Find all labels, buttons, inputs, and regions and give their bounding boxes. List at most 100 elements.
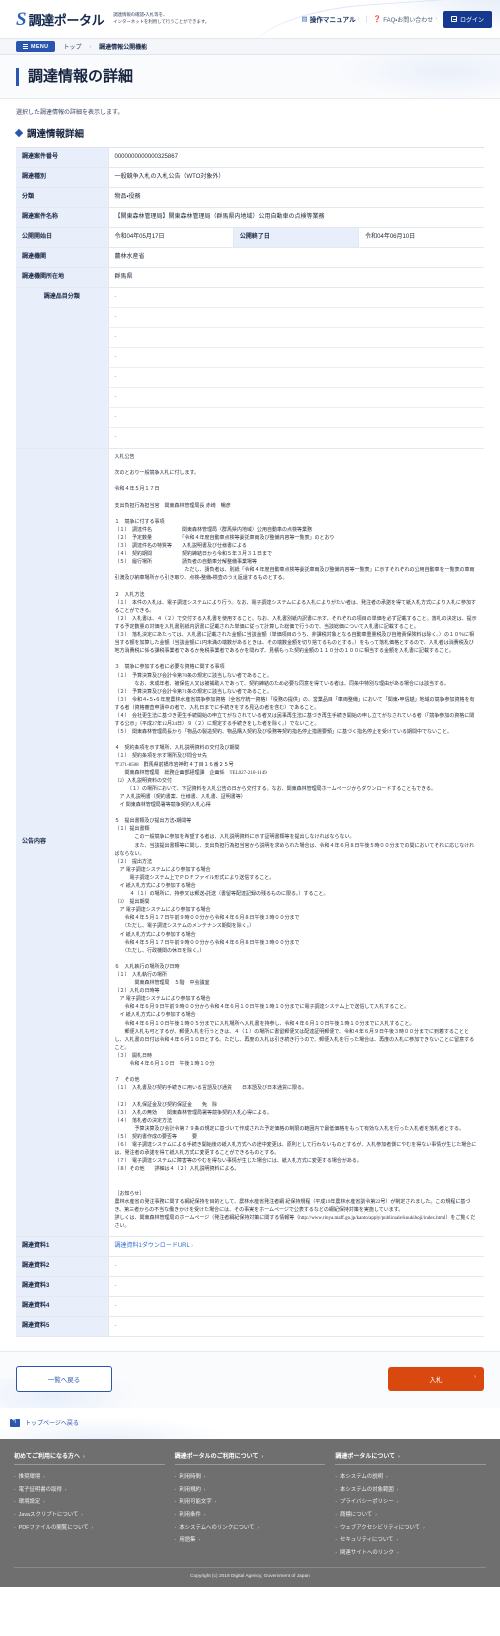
footer-link-label: 利用条件 [179, 1512, 201, 1519]
footer-link-label: PDFファイルの閲覧について [18, 1524, 89, 1531]
bullet-icon: - [174, 1537, 177, 1544]
chevron-right-icon: › [81, 1512, 83, 1518]
chevron-right-icon: › [198, 1537, 201, 1543]
footer-link[interactable]: - 本システムの対象範囲 › [335, 1483, 486, 1496]
footer-link[interactable]: - ウェブアクセシビリティについて › [335, 1520, 486, 1533]
chevron-right-icon: › [189, 1243, 193, 1249]
menu-button[interactable]: MENU [16, 41, 56, 52]
footer-link[interactable]: - セキュリティについて › [335, 1533, 486, 1546]
page-title: 調達情報の詳細 [16, 68, 484, 86]
breadcrumb: MENU トップ › 調達情報公開機能 [0, 38, 500, 55]
footer-link[interactable]: - 利用規約 › [175, 1483, 326, 1496]
bullet-icon: - [174, 1486, 177, 1493]
footer-link-label: 利用時間 [179, 1474, 201, 1481]
publish-end-label: 公開終了日 [233, 227, 360, 248]
chevron-right-icon: › [43, 1499, 45, 1505]
chevron-right-icon: › [396, 1549, 399, 1555]
chevron-right-icon: › [214, 1499, 217, 1505]
publish-start-label: 公開開始日 [16, 227, 109, 248]
footer-link[interactable]: - プライバシーポリシー › [335, 1495, 486, 1508]
back-to-top-link[interactable]: トップページへ戻る [10, 1417, 484, 1427]
chevron-right-icon: › [261, 1454, 264, 1460]
footer-link[interactable]: - 電子証明書の取得 › [14, 1483, 165, 1496]
footer-column-heading[interactable]: 調達ポータルのご利用について › [174, 1451, 326, 1465]
footer-link[interactable]: - 利用時間 › [175, 1470, 326, 1483]
bullet-icon: - [335, 1512, 338, 1519]
bid-button[interactable]: 入札 › [388, 1367, 484, 1391]
footer-link-label: プライバシーポリシー [340, 1499, 394, 1506]
footer-link[interactable]: - 環境設定 › [14, 1495, 165, 1508]
table-row-document: 調達資料3 - [16, 1276, 484, 1297]
bullet-icon: - [14, 1474, 16, 1481]
action-bar: 一覧へ戻る 入札 › [0, 1351, 500, 1408]
footer-link[interactable]: - 利用条件 › [175, 1508, 326, 1521]
footer-link[interactable]: - 用語集 › [175, 1533, 326, 1546]
row-label: 調達案件番号 [16, 147, 109, 168]
document-value: - [108, 1256, 484, 1277]
footer-link[interactable]: - 利用可能文字 › [175, 1495, 326, 1508]
announcement-text: 入札公告 次のとおり一般競争入札に付します。 令和４年５月１７日 支出負担行為担… [114, 455, 477, 1229]
bullet-icon: - [14, 1512, 16, 1519]
footer-column-heading[interactable]: 初めてご利用になる方へ › [14, 1451, 165, 1465]
chevron-right-icon: › [91, 1524, 94, 1530]
footer-link[interactable]: - 本システムへのリンクについて › [175, 1520, 326, 1533]
table-row-announcement: 公告内容 入札公告 次のとおり一般競争入札に付します。 令和４年５月１７日 支出… [16, 448, 484, 1237]
login-button[interactable]: ログイン [442, 10, 492, 28]
chevron-right-icon: › [396, 1499, 399, 1505]
page-title-section: 調達情報の詳細 [0, 55, 500, 99]
document-download-link[interactable]: 調達資料1ダウンロードURL › [115, 1243, 193, 1249]
footer-column-about: 調達ポータルについて › - 本システムの説明 › - 本システムの対象範囲 › - プラ… [335, 1451, 487, 1559]
footer-heading-label: 初めてご利用になる方へ [14, 1454, 81, 1460]
site-logo[interactable]: S 調達ポータル 調達情報の確認・入札等を、 インターネットを利用して行うことが… [16, 10, 209, 29]
row-label: 調達種別 [16, 167, 109, 188]
footer-heading-label: 調達ポータルのご利用について [174, 1454, 259, 1460]
row-label: 調達案件名称 [16, 207, 109, 228]
chevron-right-icon: › [83, 1454, 85, 1460]
bullet-icon: - [174, 1524, 177, 1531]
footer-link[interactable]: - 商標について › [335, 1508, 486, 1521]
chevron-right-icon: › [435, 16, 437, 22]
document-label: 調達資料1 [16, 1236, 109, 1257]
table-row: 分類 物品・役務 [16, 187, 484, 208]
chevron-right-icon: › [203, 1474, 206, 1480]
faq-label: FAQ・お問い合わせ [383, 17, 434, 24]
back-to-list-button[interactable]: 一覧へ戻る [16, 1366, 112, 1392]
chevron-right-icon: › [474, 1374, 476, 1380]
menu-label: MENU [31, 43, 49, 50]
footer-link[interactable]: - 関連サイトへのリンク › [335, 1546, 486, 1559]
faq-link[interactable]: ❓ FAQ・お問い合わせ › [373, 15, 437, 24]
document-value: - [108, 1296, 484, 1317]
login-icon [450, 16, 457, 22]
category-item: - [108, 368, 484, 388]
chevron-right-icon: › [64, 1486, 67, 1492]
copyright-text: Copyright (c) 2018 Digital Agency, Gover… [14, 1567, 486, 1579]
bullet-icon: - [174, 1512, 177, 1519]
chevron-right-icon: › [357, 16, 360, 22]
bullet-icon: - [174, 1474, 177, 1481]
footer-column-heading[interactable]: 調達ポータルについて › [335, 1451, 487, 1465]
footer-link-label: 推奨環境 [18, 1474, 41, 1481]
document-label: 調達資料2 [16, 1256, 109, 1277]
footer-link[interactable]: - PDFファイルの閲覧について › [14, 1520, 165, 1533]
table-row: 調達種別 一般競争入札の入札公告（WTO対象外） [16, 167, 484, 188]
footer-link[interactable]: - 推奨環境 › [14, 1470, 165, 1483]
category-item: - [114, 434, 117, 440]
category-item: - [108, 388, 484, 408]
row-value: 群馬県 [108, 267, 484, 288]
bullet-icon: - [335, 1486, 338, 1493]
category-item: - [108, 348, 484, 368]
bullet-icon: - [335, 1549, 338, 1556]
category-item: - [108, 408, 484, 428]
tagline-line-2: インターネットを利用して行うことができます。 [113, 19, 210, 24]
page-description: 選択した調達情報の詳細を表示します。 [16, 110, 124, 116]
row-value: 物品・役務 [108, 187, 484, 208]
footer-link-label: Javaスクリプトについて [18, 1512, 79, 1519]
manual-link[interactable]: ▤ 操作マニュアル › [302, 14, 360, 24]
row-label: 調達機関所在地 [16, 267, 109, 288]
footer-link[interactable]: - 本システムの説明 › [335, 1470, 486, 1483]
footer-link[interactable]: - Javaスクリプトについて › [14, 1508, 165, 1521]
footer-column-beginners: 初めてご利用になる方へ › - 推奨環境 › - 電子証明書の取得 › - 環境設定 › -… [14, 1451, 165, 1558]
bullet-icon: - [335, 1474, 338, 1481]
breadcrumb-item-top[interactable]: トップ [63, 42, 81, 51]
footer-link-label: 電子証明書の取得 [18, 1486, 62, 1493]
